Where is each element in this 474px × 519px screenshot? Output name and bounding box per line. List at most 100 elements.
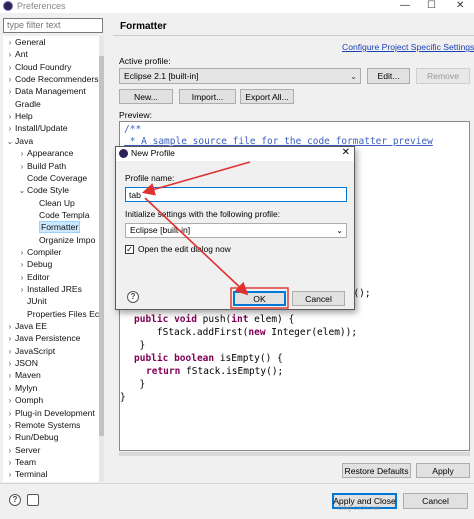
expand-arrow-icon[interactable]: › — [5, 321, 15, 333]
tree-item[interactable]: Code Templa — [29, 209, 89, 221]
tree-item[interactable]: Organize Impo — [29, 234, 95, 246]
tree-item-label: Plug-in Development — [15, 407, 95, 418]
expand-arrow-icon[interactable]: › — [5, 346, 15, 358]
restore-defaults-button[interactable]: Restore Defaults — [342, 463, 411, 478]
expand-arrow-icon[interactable]: › — [5, 395, 15, 407]
tree-item[interactable]: › JSON — [5, 357, 38, 369]
chevron-down-icon: ⌄ — [350, 72, 357, 81]
tree-item[interactable]: › Ant — [5, 48, 28, 60]
tree-item[interactable]: › Java EE — [5, 320, 47, 332]
expand-arrow-icon[interactable]: › — [5, 383, 15, 395]
tree-item[interactable]: › JavaScript — [5, 345, 55, 357]
expand-arrow-icon[interactable]: › — [5, 49, 15, 61]
tree-item[interactable]: › Help — [5, 110, 33, 122]
tree-item-label: Install/Update — [15, 123, 68, 134]
tree-item-label: Server — [15, 444, 41, 455]
expand-arrow-icon[interactable]: › — [17, 161, 27, 173]
tree-item[interactable]: › Compiler — [17, 246, 62, 259]
expand-arrow-icon[interactable]: › — [5, 408, 15, 420]
expand-arrow-icon[interactable]: › — [5, 74, 15, 86]
tree-item[interactable]: › Appearance — [17, 147, 74, 160]
tree-item[interactable]: ⌄ Java — [5, 135, 34, 148]
close-button[interactable]: ✕ — [456, 0, 464, 12]
tree-item[interactable]: › Server — [5, 444, 41, 457]
tree-item[interactable]: › Installed JREs — [17, 283, 82, 295]
cancel-button[interactable]: Cancel — [403, 493, 468, 509]
tree-item[interactable]: › Editor — [17, 271, 50, 284]
tree-item[interactable]: Formatter — [29, 221, 81, 234]
tree-item[interactable]: › Data Management — [5, 85, 86, 97]
apply-button[interactable]: Apply — [416, 463, 470, 478]
tree-item[interactable]: JUnit — [17, 295, 47, 307]
expand-arrow-icon[interactable]: › — [5, 370, 15, 382]
tree-item[interactable]: › Plug-in Development — [5, 407, 95, 419]
expand-arrow-icon[interactable]: › — [5, 86, 15, 98]
expand-arrow-icon[interactable]: › — [5, 123, 15, 135]
active-profile-select[interactable]: Eclipse 2.1 [built-in] ⌄ — [119, 68, 361, 84]
init-profile-label: Initialize settings with the following p… — [125, 209, 281, 219]
tree-item[interactable]: › Terminal — [5, 468, 48, 481]
help-icon[interactable]: ? — [9, 494, 21, 506]
tree-item[interactable]: › Build Path — [17, 160, 67, 173]
configure-project-settings-link[interactable]: Configure Project Specific Settings... — [342, 42, 474, 52]
preferences-tree[interactable]: › General › Ant › Cloud Foundry › Code Recommen… — [3, 36, 104, 482]
tree-scrollbar[interactable] — [99, 36, 104, 482]
tree-item[interactable]: › Cloud Foundry — [5, 61, 72, 74]
dialog-titlebar: New Profile ✕ — [116, 147, 354, 161]
filter-input[interactable]: type filter text — [3, 18, 103, 33]
tree-scrollbar-thumb[interactable] — [99, 56, 104, 436]
expand-arrow-icon[interactable]: › — [5, 333, 15, 345]
expand-arrow-icon[interactable]: › — [5, 457, 15, 469]
expand-arrow-icon[interactable]: › — [17, 247, 27, 259]
expand-arrow-icon[interactable]: ⌄ — [5, 136, 15, 148]
expand-arrow-icon[interactable]: › — [5, 420, 15, 432]
tree-item[interactable]: ⌄ Code Style — [17, 184, 69, 196]
tree-item[interactable]: › Remote Systems — [5, 419, 81, 432]
expand-arrow-icon[interactable]: › — [5, 445, 15, 457]
remove-button[interactable]: Remove — [416, 68, 470, 84]
dialog-help-icon[interactable]: ? — [127, 291, 139, 303]
tree-item[interactable]: › Install/Update — [5, 122, 68, 134]
expand-arrow-icon[interactable]: › — [5, 432, 15, 444]
import-export-icon[interactable] — [27, 494, 39, 506]
dialog-cancel-button[interactable]: Cancel — [292, 291, 345, 306]
edit-button[interactable]: Edit... — [367, 68, 410, 84]
open-edit-checkbox[interactable]: ✓ — [125, 245, 134, 254]
eclipse-app-icon — [3, 1, 13, 11]
ok-button[interactable]: OK — [233, 291, 286, 306]
expand-arrow-icon[interactable]: › — [17, 148, 27, 160]
tree-item[interactable]: › Run/Debug — [5, 431, 59, 444]
expand-arrow-icon[interactable]: › — [17, 259, 27, 271]
tree-item[interactable]: › Oomph — [5, 394, 44, 407]
tree-item[interactable]: › Maven — [5, 369, 41, 381]
expand-arrow-icon[interactable]: › — [17, 284, 27, 296]
minimize-button[interactable]: — — [400, 0, 410, 12]
tree-item[interactable]: › Code Recommenders — [5, 73, 99, 85]
import-button[interactable]: Import... — [179, 89, 236, 104]
tree-item[interactable]: Gradle — [5, 98, 41, 110]
tree-item[interactable]: › Java Persistence — [5, 332, 81, 345]
expand-arrow-icon[interactable]: › — [5, 62, 15, 74]
expand-arrow-icon[interactable]: › — [5, 358, 15, 370]
preview-scrollbar[interactable] — [119, 452, 470, 456]
expand-arrow-icon[interactable]: ⌄ — [17, 185, 27, 197]
tree-item[interactable]: Code Coverage — [17, 172, 87, 184]
init-profile-select[interactable]: Eclipse [built-in] ⌄ — [125, 223, 347, 238]
new-profile-button[interactable]: New... — [119, 89, 173, 104]
tree-item[interactable]: › Mylyn — [5, 382, 38, 395]
tree-item[interactable]: Properties Files Ec — [17, 308, 99, 320]
tree-item[interactable]: › Team — [5, 456, 36, 468]
tree-item[interactable]: Clean Up — [29, 197, 75, 209]
maximize-button[interactable]: ☐ — [427, 0, 436, 12]
tree-item[interactable]: › General — [5, 36, 46, 48]
dialog-close-icon[interactable]: ✕ — [342, 147, 350, 158]
expand-arrow-icon[interactable]: › — [17, 272, 27, 284]
export-all-button[interactable]: Export All... — [240, 89, 294, 104]
profile-name-label: Profile name: — [125, 173, 175, 183]
tree-item-label: Code Coverage — [27, 172, 88, 183]
expand-arrow-icon[interactable]: › — [5, 111, 15, 123]
expand-arrow-icon[interactable]: › — [5, 469, 15, 481]
expand-arrow-icon[interactable]: › — [5, 37, 15, 49]
tree-item[interactable]: › Debug — [17, 258, 53, 271]
profile-name-input[interactable]: tab — [125, 187, 347, 202]
